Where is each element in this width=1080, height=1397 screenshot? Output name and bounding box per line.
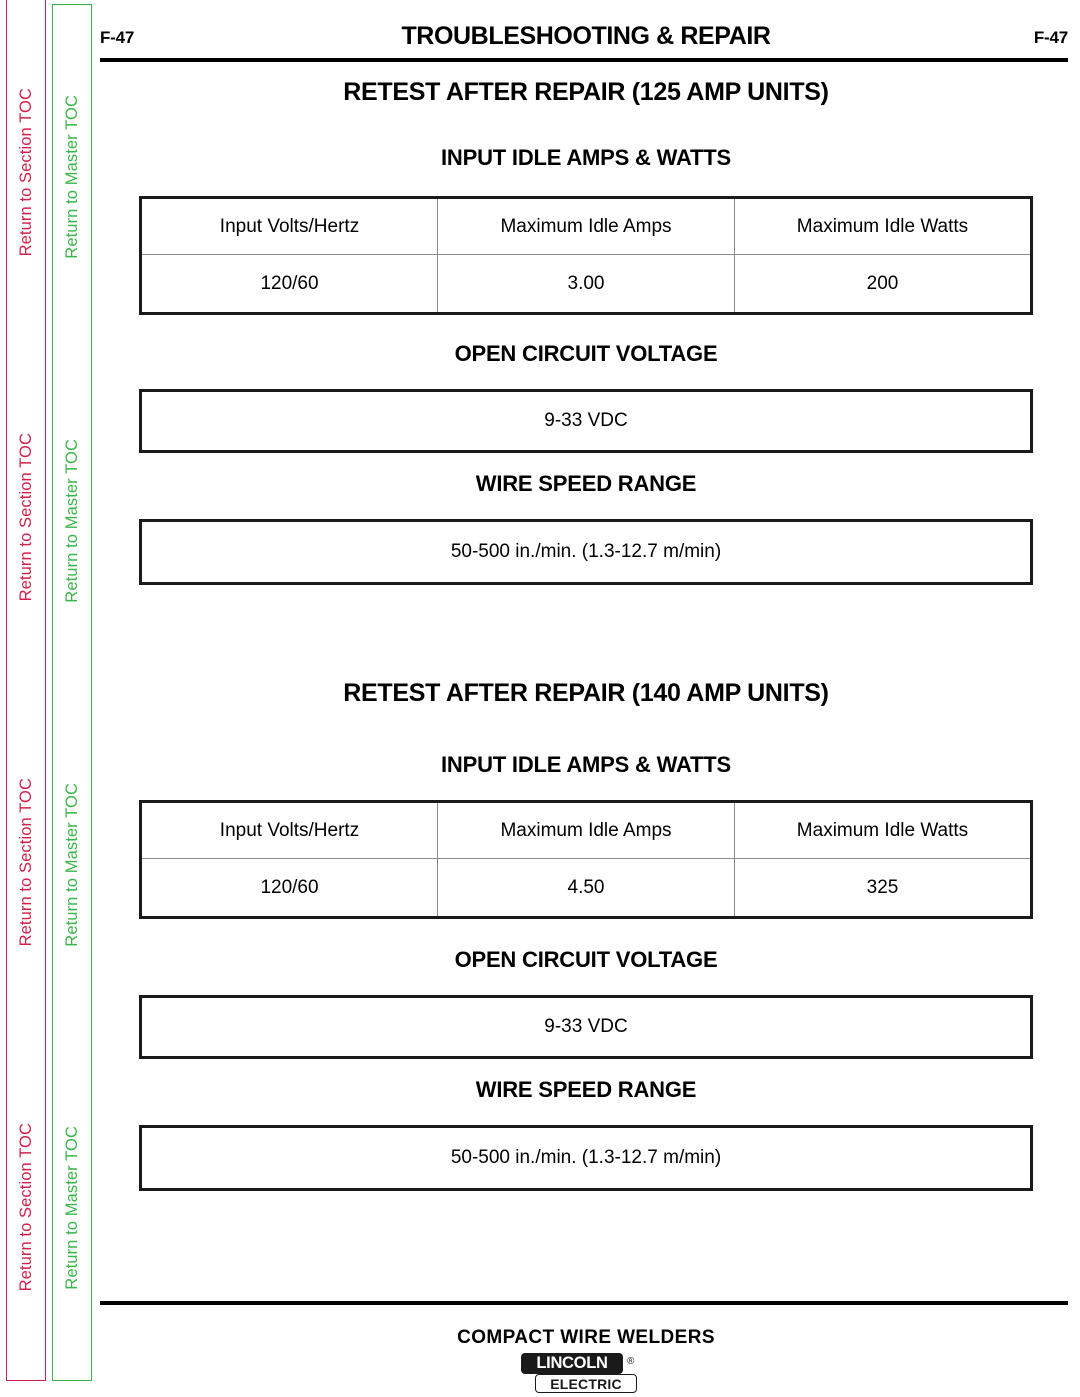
footer-divider: [100, 1301, 1068, 1305]
subheading-open-circuit-voltage: OPEN CIRCUIT VOLTAGE: [454, 947, 718, 972]
wire-speed-range-box: 50-500 in./min. (1.3-12.7 m/min): [139, 519, 1033, 585]
column-header-max-idle-amps: Maximum Idle Amps: [437, 801, 735, 859]
page-number-right: F-47: [1033, 28, 1068, 47]
running-header: F-47 TROUBLESHOOTING & REPAIR F-47: [92, 0, 1080, 62]
footer-product-line: COMPACT WIRE WELDERS: [457, 1327, 715, 1348]
idle-specs-table: Input Volts/Hertz Maximum Idle Amps Maxi…: [139, 196, 1033, 315]
table-row: 120/60 3.00 200: [140, 254, 1032, 314]
column-header-max-idle-watts: Maximum Idle Watts: [734, 801, 1032, 859]
subheading-wire-speed-range: WIRE SPEED RANGE: [475, 471, 697, 496]
toc-sidebar: Return to Section TOC Return to Section …: [0, 0, 92, 1397]
sidebar-item-section-toc[interactable]: Return to Section TOC: [17, 88, 35, 256]
subheading-input-idle: INPUT IDLE AMPS & WATTS: [441, 145, 731, 170]
subheading-open-circuit-voltage: OPEN CIRCUIT VOLTAGE: [454, 341, 718, 366]
section-125-amp: RETEST AFTER REPAIR (125 AMP UNITS) INPU…: [92, 78, 1080, 585]
logo-electric-text: ELECTRIC: [550, 1375, 622, 1392]
idle-specs-table: Input Volts/Hertz Maximum Idle Amps Maxi…: [139, 800, 1033, 919]
wire-speed-range-value: 50-500 in./min. (1.3-12.7 m/min): [450, 1147, 722, 1168]
column-header-max-idle-amps: Maximum Idle Amps: [437, 197, 735, 255]
cell-volts-hertz: 120/60: [140, 858, 438, 918]
page-content: F-47 TROUBLESHOOTING & REPAIR F-47 RETES…: [92, 0, 1080, 1397]
table-header-row: Input Volts/Hertz Maximum Idle Amps Maxi…: [140, 197, 1032, 255]
section-heading: RETEST AFTER REPAIR (140 AMP UNITS): [343, 679, 829, 707]
subheading-wire-speed-range: WIRE SPEED RANGE: [475, 1077, 697, 1102]
cell-volts-hertz: 120/60: [140, 254, 438, 314]
logo-electric-box: ELECTRIC: [535, 1374, 637, 1393]
table-row: 120/60 4.50 325: [140, 858, 1032, 918]
header-divider: [100, 58, 1068, 62]
sidebar-item-section-toc[interactable]: Return to Section TOC: [17, 778, 35, 946]
wire-speed-range-value: 50-500 in./min. (1.3-12.7 m/min): [450, 541, 722, 562]
wire-speed-range-box: 50-500 in./min. (1.3-12.7 m/min): [139, 1125, 1033, 1191]
section-toc-strip[interactable]: Return to Section TOC Return to Section …: [6, 0, 46, 1381]
column-header-volts-hertz: Input Volts/Hertz: [140, 801, 438, 859]
table-header-row: Input Volts/Hertz Maximum Idle Amps Maxi…: [140, 801, 1032, 859]
sidebar-item-section-toc[interactable]: Return to Section TOC: [17, 433, 35, 601]
column-header-max-idle-watts: Maximum Idle Watts: [734, 197, 1032, 255]
section-heading: RETEST AFTER REPAIR (125 AMP UNITS): [343, 78, 829, 106]
section-140-amp: RETEST AFTER REPAIR (140 AMP UNITS) INPU…: [92, 679, 1080, 1191]
column-header-volts-hertz: Input Volts/Hertz: [140, 197, 438, 255]
sidebar-item-master-toc[interactable]: Return to Master TOC: [63, 439, 81, 603]
cell-max-idle-watts: 200: [734, 254, 1032, 314]
open-circuit-voltage-box: 9-33 VDC: [139, 389, 1033, 453]
lincoln-electric-logo: LINCOLN ® ELECTRIC: [521, 1353, 651, 1397]
registered-trademark-icon: ®: [627, 1356, 635, 1367]
logo-lincoln-box: LINCOLN: [521, 1353, 623, 1374]
cell-max-idle-watts: 325: [734, 858, 1032, 918]
cell-max-idle-amps: 4.50: [437, 858, 735, 918]
master-toc-strip[interactable]: Return to Master TOC Return to Master TO…: [52, 4, 92, 1381]
page-footer: COMPACT WIRE WELDERS LINCOLN ® ELECTRIC: [92, 1301, 1080, 1397]
sidebar-item-master-toc[interactable]: Return to Master TOC: [63, 1126, 81, 1290]
open-circuit-voltage-box: 9-33 VDC: [139, 995, 1033, 1059]
sidebar-item-section-toc[interactable]: Return to Section TOC: [17, 1123, 35, 1291]
cell-max-idle-amps: 3.00: [437, 254, 735, 314]
logo-lincoln-text: LINCOLN: [536, 1354, 608, 1372]
page-title: TROUBLESHOOTING & REPAIR: [401, 22, 771, 50]
open-circuit-voltage-value: 9-33 VDC: [544, 1016, 628, 1037]
subheading-input-idle: INPUT IDLE AMPS & WATTS: [441, 752, 731, 777]
sidebar-item-master-toc[interactable]: Return to Master TOC: [63, 783, 81, 947]
open-circuit-voltage-value: 9-33 VDC: [544, 410, 628, 431]
sidebar-item-master-toc[interactable]: Return to Master TOC: [63, 95, 81, 259]
